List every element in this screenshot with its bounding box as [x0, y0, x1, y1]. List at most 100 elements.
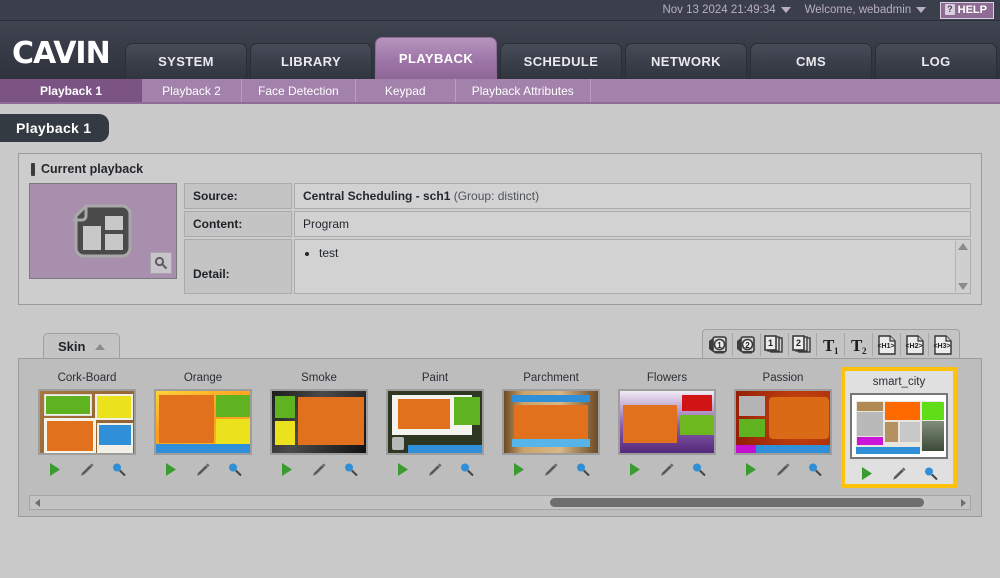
skin-play-button[interactable]	[47, 462, 62, 477]
skin-horizontal-scrollbar[interactable]	[29, 495, 971, 510]
nav-tab-library[interactable]: LIBRARY	[250, 43, 372, 79]
skin-card-orange[interactable]: Orange	[145, 367, 261, 488]
video-1-icon[interactable]: 1	[705, 333, 733, 356]
detail-scrollbar[interactable]	[955, 241, 969, 292]
skin-actions	[47, 462, 127, 477]
skin-play-button[interactable]	[743, 462, 758, 477]
scroll-thumb[interactable]	[550, 498, 925, 507]
skin-preview-button[interactable]	[227, 462, 243, 477]
skin-toolbar: 1 2 1 2 T 1 T 2 <H1> <H2> <H3>	[702, 329, 960, 358]
skin-play-button[interactable]	[627, 462, 642, 477]
skin-preview-button[interactable]	[343, 462, 359, 477]
subnav-item-face-detection[interactable]: Face Detection	[242, 79, 356, 102]
skin-thumbnail[interactable]	[386, 389, 484, 455]
scroll-down-icon[interactable]	[957, 283, 968, 290]
skin-preview-button[interactable]	[691, 462, 707, 477]
subnav-item-playback-1[interactable]: Playback 1	[0, 79, 142, 102]
scroll-up-icon[interactable]	[957, 243, 968, 250]
skin-thumbnail[interactable]	[502, 389, 600, 455]
skin-preview-button[interactable]	[923, 466, 939, 481]
skin-edit-button[interactable]	[194, 462, 211, 477]
skin-preview-button[interactable]	[459, 462, 475, 477]
nav-tab-network[interactable]: NETWORK	[625, 43, 747, 79]
skin-play-button[interactable]	[163, 462, 178, 477]
skin-card-smoke[interactable]: Smoke	[261, 367, 377, 488]
skin-edit-button[interactable]	[426, 462, 443, 477]
ticker-t1-icon[interactable]: T1	[817, 333, 845, 356]
skin-edit-button[interactable]	[890, 466, 907, 481]
subnav-item-keypad[interactable]: Keypad	[356, 79, 456, 102]
nav-tab-log[interactable]: LOG	[875, 43, 997, 79]
skin-thumbnail[interactable]	[38, 389, 136, 455]
skin-play-button[interactable]	[279, 462, 294, 477]
skin-card-flowers[interactable]: Flowers	[609, 367, 725, 488]
skin-thumbnail[interactable]	[154, 389, 252, 455]
help-label: HELP	[957, 3, 987, 16]
skin-preview-button[interactable]	[807, 462, 823, 477]
cavin-logo: CAVIN	[12, 36, 111, 71]
section-marker-icon	[31, 162, 35, 176]
subnav-item-playback-attributes[interactable]: Playback Attributes	[456, 79, 591, 102]
skin-preview-button[interactable]	[575, 462, 591, 477]
play-icon	[282, 463, 292, 476]
svg-text:<H3>: <H3>	[933, 343, 950, 350]
nav-tab-playback[interactable]: PLAYBACK	[375, 37, 497, 79]
scroll-right-button[interactable]	[956, 498, 970, 507]
table-row: Detail: test	[184, 239, 971, 294]
play-icon	[398, 463, 408, 476]
skin-edit-button[interactable]	[658, 462, 675, 477]
skin-card-paint[interactable]: Paint	[377, 367, 493, 488]
html-h3-icon[interactable]: <H3>	[929, 333, 957, 356]
html-h1-icon[interactable]: <H1>	[873, 333, 901, 356]
skin-play-button[interactable]	[395, 462, 410, 477]
scroll-track[interactable]	[44, 497, 956, 508]
play-icon	[514, 463, 524, 476]
nav-tab-system[interactable]: SYSTEM	[125, 43, 247, 79]
skin-name: Flowers	[646, 372, 688, 384]
playback-preview-thumbnail[interactable]	[29, 183, 177, 279]
html-h2-icon[interactable]: <H2>	[901, 333, 929, 356]
skin-card-smart-city[interactable]: smart_city	[841, 367, 957, 488]
datetime-dropdown[interactable]: Nov 13 2024 21:49:34	[662, 4, 791, 16]
scroll-left-button[interactable]	[30, 498, 44, 507]
skin-play-button[interactable]	[859, 466, 874, 481]
skin-card-passion[interactable]: Passion	[725, 367, 841, 488]
nav-tab-schedule[interactable]: SCHEDULE	[500, 43, 622, 79]
subnav-item-label: Playback 1	[39, 83, 103, 98]
nav-tab-list: SYSTEM LIBRARY PLAYBACK SCHEDULE NETWORK CMS L…	[125, 21, 1000, 79]
subnav-item-label: Playback 2	[162, 83, 221, 98]
skin-edit-button[interactable]	[774, 462, 791, 477]
nav-tab-label: CMS	[795, 54, 827, 69]
svg-text:<H2>: <H2>	[905, 343, 922, 350]
preview-icon	[577, 463, 590, 477]
preview-icon	[113, 463, 126, 477]
video-2-icon[interactable]: 2	[733, 333, 761, 356]
playback-info-table: Source: Central Scheduling - sch1 (Group…	[184, 183, 971, 294]
playback-zoom-button[interactable]	[150, 252, 172, 274]
skin-thumbnail[interactable]	[734, 389, 832, 455]
ticker-t2-icon[interactable]: T2	[845, 333, 873, 356]
page-body: Playback 1 Current playback Source: Cent…	[0, 104, 1000, 576]
svg-text:2: 2	[862, 346, 867, 355]
skin-edit-button[interactable]	[310, 462, 327, 477]
subnav-item-playback-2[interactable]: Playback 2	[142, 79, 242, 102]
help-button[interactable]: ? HELP	[940, 1, 994, 19]
skin-thumbnail[interactable]	[618, 389, 716, 455]
skin-thumbnail[interactable]	[270, 389, 368, 455]
pages-2-icon[interactable]: 2	[789, 333, 817, 356]
skin-play-button[interactable]	[511, 462, 526, 477]
table-row: Source: Central Scheduling - sch1 (Group…	[184, 183, 971, 209]
pages-1-icon[interactable]: 1	[761, 333, 789, 356]
tab-skin[interactable]: Skin	[43, 333, 121, 358]
preview-icon	[809, 463, 822, 477]
skin-card-parchment[interactable]: Parchment	[493, 367, 609, 488]
skin-thumbnail[interactable]	[850, 393, 948, 459]
detail-list: test	[319, 246, 950, 260]
skin-card-cork-board[interactable]: Cork-Board	[29, 367, 145, 488]
skin-actions	[743, 462, 823, 477]
skin-preview-button[interactable]	[111, 462, 127, 477]
nav-tab-cms[interactable]: CMS	[750, 43, 872, 79]
user-menu[interactable]: Welcome, webadmin	[805, 4, 927, 16]
skin-edit-button[interactable]	[542, 462, 559, 477]
skin-edit-button[interactable]	[78, 462, 95, 477]
